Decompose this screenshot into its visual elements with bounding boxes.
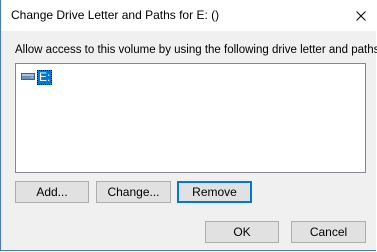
list-item[interactable]: E: — [21, 69, 53, 85]
drive-icon — [21, 72, 35, 82]
window-title: Change Drive Letter and Paths for E: () — [11, 8, 220, 22]
close-icon — [356, 10, 366, 21]
title-bar: Change Drive Letter and Paths for E: () — [1, 0, 377, 31]
list-item-label: E: — [37, 69, 53, 85]
dialog-body: Allow access to this volume by using the… — [2, 31, 377, 250]
drive-paths-list[interactable]: E: — [15, 63, 366, 173]
add-button[interactable]: Add... — [15, 181, 89, 203]
ok-button[interactable]: OK — [205, 221, 279, 243]
instruction-text: Allow access to this volume by using the… — [15, 44, 377, 56]
change-button[interactable]: Change... — [96, 181, 171, 203]
remove-button[interactable]: Remove — [177, 181, 252, 203]
close-button[interactable] — [345, 0, 377, 31]
dialog-window: Change Drive Letter and Paths for E: () … — [0, 0, 377, 251]
cancel-button[interactable]: Cancel — [291, 221, 366, 243]
